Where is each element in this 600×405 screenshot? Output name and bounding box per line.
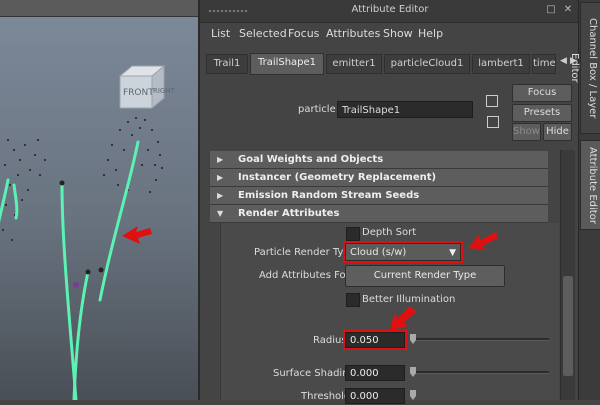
chevron-down-icon: ▼ xyxy=(449,248,456,258)
particle-render-type-label: Particle Render Type xyxy=(254,247,356,258)
depth-sort-checkbox[interactable] xyxy=(346,227,360,241)
section-goal-weights[interactable]: ▶ Goal Weights and Objects xyxy=(210,151,548,169)
tab-particlecloud1[interactable]: particleCloud1 xyxy=(384,54,470,74)
tab-trail1[interactable]: Trail1 xyxy=(206,54,248,74)
output-connections-icon[interactable] xyxy=(487,116,499,128)
surface-shading-slider[interactable] xyxy=(413,371,549,374)
better-illumination-checkbox[interactable] xyxy=(346,293,360,307)
trail-head-point xyxy=(85,269,91,275)
section-instancer[interactable]: ▶ Instancer (Geometry Replacement) xyxy=(210,169,548,187)
input-connections-icon[interactable] xyxy=(486,95,498,107)
attributes-scrollbar[interactable] xyxy=(560,150,575,400)
title-bar[interactable]: Attribute Editor □ ✕ xyxy=(200,0,580,23)
particle-render-type-dropdown[interactable]: Cloud (s/w) ▼ xyxy=(343,241,463,263)
focus-button[interactable]: Focus xyxy=(512,84,572,102)
3d-viewport[interactable]: FRONT RIGHT xyxy=(0,0,198,400)
collapsed-arrow-icon: ▶ xyxy=(217,191,224,200)
current-render-type-button[interactable]: Current Render Type xyxy=(345,265,505,287)
annotation-arrow xyxy=(390,306,416,330)
annotation-arrow xyxy=(468,232,498,250)
node-type-label: particle: xyxy=(298,104,340,115)
menu-list[interactable]: List xyxy=(211,27,230,40)
collapsed-arrow-icon: ▶ xyxy=(217,173,224,182)
node-name-field[interactable]: TrailShape1 xyxy=(337,101,473,118)
scrollbar-thumb[interactable] xyxy=(563,276,573,376)
tab-attribute-editor[interactable]: Attribute Editor xyxy=(580,140,600,230)
particle-trails xyxy=(0,140,140,400)
tab-trailshape1[interactable]: TrailShape1 xyxy=(250,53,324,75)
viewcube-front-label: FRONT xyxy=(123,88,154,98)
particle-render-type-value: Cloud (s/w) xyxy=(350,247,407,258)
radius-slider[interactable] xyxy=(413,338,549,341)
tab-lambert1[interactable]: lambert1 xyxy=(472,54,530,74)
menu-help[interactable]: Help xyxy=(418,27,443,40)
surface-shading-field[interactable]: 0.000 xyxy=(345,365,405,381)
menu-focus[interactable]: Focus xyxy=(288,27,319,40)
menu-selected[interactable]: Selected xyxy=(239,27,287,40)
depth-sort-label: Depth Sort xyxy=(362,227,417,238)
section-label: Emission Random Stream Seeds xyxy=(238,190,420,201)
section-label: Instancer (Geometry Replacement) xyxy=(238,172,437,183)
surface-shading-label: Surface Shading xyxy=(273,368,355,379)
menu-show[interactable]: Show xyxy=(383,27,413,40)
tab-channel-box-layer-editor[interactable]: Channel Box / Layer Editor xyxy=(569,2,600,134)
float-icon[interactable]: □ xyxy=(545,4,557,16)
collapsed-arrow-icon: ▶ xyxy=(217,155,224,164)
viewcube-right-label: RIGHT xyxy=(153,87,176,95)
close-icon[interactable]: ✕ xyxy=(562,4,574,16)
section-emission-seeds[interactable]: ▶ Emission Random Stream Seeds xyxy=(210,187,548,205)
tab-time[interactable]: time xyxy=(532,54,556,74)
tab-emitter1[interactable]: emitter1 xyxy=(326,54,382,74)
threshold-field[interactable]: 0.000 xyxy=(345,388,405,404)
viewcube[interactable]: FRONT RIGHT xyxy=(118,64,176,110)
window-title: Attribute Editor xyxy=(351,4,429,15)
pivot-point xyxy=(73,282,79,288)
threshold-label: Threshold xyxy=(301,391,351,402)
section-label: Goal Weights and Objects xyxy=(238,154,384,165)
trail-head-point xyxy=(59,180,65,186)
section-label: Render Attributes xyxy=(238,208,340,219)
menu-bar: List Selected Focus Attributes Show Help xyxy=(200,22,580,44)
add-attributes-label: Add Attributes For xyxy=(259,270,350,281)
expanded-arrow-icon: ▼ xyxy=(217,209,224,218)
annotation-arrow xyxy=(122,226,152,244)
menu-attributes[interactable]: Attributes xyxy=(326,27,380,40)
trail-head-point xyxy=(98,267,104,273)
show-button[interactable]: Show xyxy=(512,123,541,141)
side-tab-bar: Channel Box / Layer Editor Attribute Edi… xyxy=(569,0,600,400)
viewport-scene: FRONT RIGHT xyxy=(0,64,176,400)
node-tabs: Trail1 TrailShape1 emitter1 particleClou… xyxy=(206,53,556,75)
hide-button[interactable]: Hide xyxy=(543,123,572,141)
radius-label: Radius xyxy=(313,335,347,346)
presets-button[interactable]: Presets xyxy=(512,104,572,122)
radius-field[interactable]: 0.050 xyxy=(343,330,407,350)
particle-cloud-dots xyxy=(2,117,163,241)
section-render-attributes[interactable]: ▼ Render Attributes xyxy=(210,205,548,223)
